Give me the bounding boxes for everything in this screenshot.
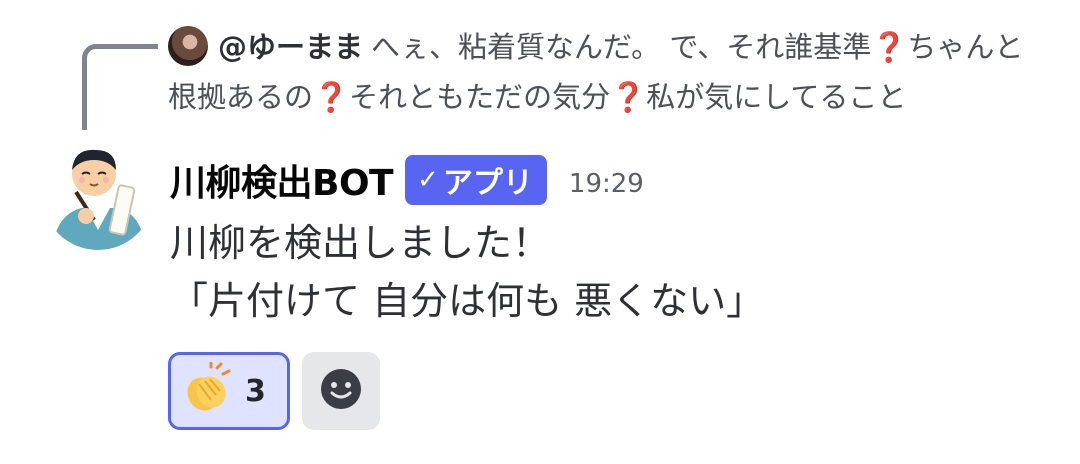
message-line-2: 「片付けて 自分は何も 悪くない」 bbox=[170, 279, 765, 323]
check-icon: ✓ bbox=[417, 165, 439, 195]
message-content: 川柳を検出しました！ 「片付けて 自分は何も 悪くない」 bbox=[170, 214, 764, 330]
reply-text-3: それともただの気分 bbox=[349, 80, 611, 114]
reaction-count: 3 bbox=[245, 373, 266, 409]
add-reaction-icon bbox=[319, 367, 363, 415]
question-mark-icon: ❓ bbox=[313, 80, 350, 114]
clapping-hands-icon bbox=[181, 361, 235, 420]
bot-avatar[interactable] bbox=[42, 138, 154, 250]
reply-text-1: へぇ、粘着質なんだ。 で、それ誰基準 bbox=[371, 30, 872, 64]
chat-message: @ゆーまま へぇ、粘着質なんだ。 で、それ誰基準❓ちゃんと根拠あるの❓それともただ… bbox=[0, 0, 1080, 464]
message-header: 川柳検出BOT ✓ アプリ 19:29 bbox=[170, 150, 644, 210]
timestamp[interactable]: 19:29 bbox=[569, 169, 644, 199]
app-badge: ✓ アプリ bbox=[405, 155, 547, 205]
reply-preview[interactable]: @ゆーまま へぇ、粘着質なんだ。 で、それ誰基準❓ちゃんと根拠あるの❓それともただ… bbox=[168, 22, 1048, 122]
reactions-bar: 3 bbox=[168, 352, 380, 430]
message-line-1: 川柳を検出しました！ bbox=[170, 221, 551, 265]
app-badge-label: アプリ bbox=[442, 166, 533, 201]
reaction-clap[interactable]: 3 bbox=[168, 352, 290, 430]
add-reaction-button[interactable] bbox=[302, 352, 380, 430]
author-name[interactable]: 川柳検出BOT bbox=[170, 154, 394, 206]
reply-author[interactable]: @ゆーまま bbox=[218, 30, 363, 64]
reply-text-4: 私が気にしてること bbox=[646, 80, 907, 114]
reply-connector bbox=[82, 44, 158, 130]
reply-avatar[interactable] bbox=[168, 26, 208, 66]
question-mark-icon: ❓ bbox=[610, 80, 647, 114]
question-mark-icon: ❓ bbox=[871, 30, 908, 64]
